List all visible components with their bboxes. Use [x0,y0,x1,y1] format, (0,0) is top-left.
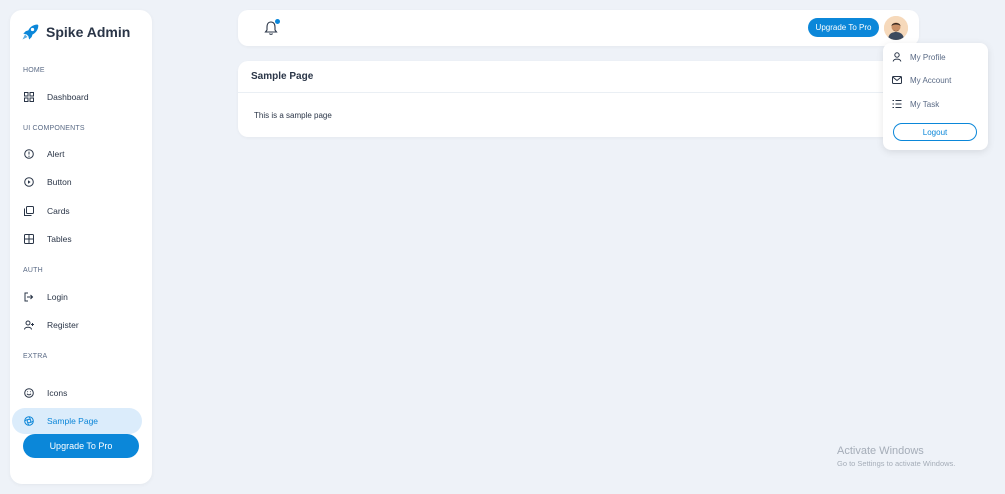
sidebar-item-dashboard[interactable]: Dashboard [12,84,142,110]
top-header: Upgrade To Pro [238,10,919,46]
section-home: HOME [23,67,45,74]
page-title: Sample Page [251,71,314,82]
sample-page-card: Sample Page This is a sample page [238,61,919,137]
cards-icon [23,205,35,217]
sidebar-item-login[interactable]: Login [12,284,142,310]
sidebar-item-label: Dashboard [47,92,89,102]
sidebar-item-label: Sample Page [47,416,99,426]
menu-item-label: My Profile [910,52,946,62]
sidebar-item-label: Tables [47,234,72,244]
header-upgrade-button[interactable]: Upgrade To Pro [808,18,879,37]
section-extra: EXTRA [23,353,48,360]
sidebar-item-label: Icons [47,388,68,398]
sidebar: Spike Admin HOME Dashboard UI COMPONENTS… [10,10,152,484]
sidebar-item-label: Login [47,292,68,302]
logout-button[interactable]: Logout [893,123,977,141]
sidebar-item-label: Button [47,177,72,187]
user-plus-icon [23,319,35,331]
activate-windows-watermark: Activate Windows Go to Settings to activ… [837,445,955,468]
section-ui-components: UI COMPONENTS [23,125,85,132]
sidebar-item-tables[interactable]: Tables [12,226,142,252]
notification-badge [275,19,280,24]
login-icon [23,291,35,303]
sidebar-item-label: Alert [47,149,65,159]
table-icon [23,233,35,245]
watermark-subtitle: Go to Settings to activate Windows. [837,459,956,468]
user-icon [891,52,902,63]
sidebar-item-sample-page[interactable]: Sample Page [12,408,142,434]
menu-item-my-profile[interactable]: My Profile [891,49,981,65]
menu-item-my-task[interactable]: My Task [891,96,981,112]
sidebar-item-button[interactable]: Button [12,169,142,195]
sidebar-item-label: Cards [47,206,70,216]
menu-item-label: My Task [910,99,940,109]
user-avatar-image [884,16,908,40]
button-circle-icon [23,176,35,188]
brand-name: Spike Admin [46,24,131,40]
brand[interactable]: Spike Admin [20,22,130,42]
sidebar-item-label: Register [47,320,79,330]
avatar[interactable] [884,16,908,40]
dashboard-icon [23,91,35,103]
card-body-text: This is a sample page [254,111,332,120]
menu-item-label: My Account [910,75,952,85]
profile-dropdown: My Profile My Account My Task Logout [883,43,988,150]
sidebar-item-cards[interactable]: Cards [12,198,142,224]
menu-item-my-account[interactable]: My Account [891,72,981,88]
smiley-icon [23,387,35,399]
rocket-logo-icon [22,24,39,40]
sidebar-item-alert[interactable]: Alert [12,141,142,167]
watermark-title: Activate Windows [837,445,924,457]
sidebar-upgrade-button[interactable]: Upgrade To Pro [23,434,139,458]
list-check-icon [891,99,902,110]
sidebar-item-register[interactable]: Register [12,312,142,338]
sidebar-item-icons[interactable]: Icons [12,380,142,406]
aperture-icon [23,415,35,427]
alert-circle-icon [23,148,35,160]
section-auth: AUTH [23,267,43,274]
card-divider [238,92,919,93]
mail-icon [891,75,902,86]
